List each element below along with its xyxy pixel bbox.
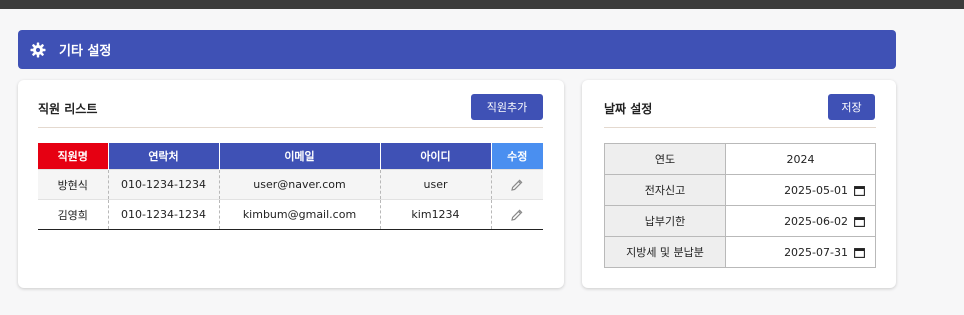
- local-tax-label: 지방세 및 분납분: [604, 236, 726, 268]
- table-row: 방현식 010-1234-1234 user@naver.com user: [38, 169, 543, 200]
- local-tax-date-cell: 2025-07-31: [725, 236, 876, 268]
- table-header-row: 직원명 연락처 이메일 아이디 수정: [38, 143, 543, 170]
- date-settings-title: 날짜 설정: [604, 102, 653, 116]
- edit-cell: [490, 169, 543, 200]
- staff-id: user: [379, 169, 491, 200]
- edit-cell: [490, 199, 543, 230]
- year-label: 연도: [604, 143, 726, 175]
- save-button[interactable]: 저장: [828, 94, 875, 120]
- payment-deadline-label: 납부기한: [604, 205, 726, 237]
- calendar-icon[interactable]: [854, 185, 865, 196]
- payment-deadline-date-cell: 2025-06-02: [725, 205, 876, 237]
- date-row: 연도 2024: [604, 143, 876, 175]
- column-header-phone: 연락처: [107, 143, 219, 170]
- date-row: 지방세 및 분납분 2025-07-31: [604, 236, 876, 268]
- staff-email: user@naver.com: [218, 169, 380, 200]
- year-input[interactable]: 2024: [725, 143, 876, 175]
- settings-header: 기타 설정: [18, 30, 896, 69]
- table-row: 김영희 010-1234-1234 kimbum@gmail.com kim12…: [38, 199, 543, 230]
- pencil-icon[interactable]: [510, 208, 524, 222]
- top-bar: [0, 0, 964, 9]
- staff-id: kim1234: [379, 199, 491, 230]
- date-settings-card: 날짜 설정 저장 연도 2024 전자신고 2025-05-01 납부기한 20…: [582, 80, 896, 288]
- date-row: 납부기한 2025-06-02: [604, 205, 876, 237]
- column-header-name: 직원명: [38, 143, 108, 170]
- date-row: 전자신고 2025-05-01: [604, 174, 876, 206]
- column-header-email: 이메일: [218, 143, 380, 170]
- e-filing-date-cell: 2025-05-01: [725, 174, 876, 206]
- staff-name: 김영희: [38, 199, 108, 230]
- staff-name: 방현식: [38, 169, 108, 200]
- date-settings-table: 연도 2024 전자신고 2025-05-01 납부기한 2025-06-02 …: [604, 143, 876, 268]
- divider: [38, 127, 543, 128]
- divider: [604, 127, 876, 128]
- page-title: 기타 설정: [59, 44, 112, 59]
- staff-table: 직원명 연락처 이메일 아이디 수정 방현식 010-1234-1234 use…: [38, 143, 543, 230]
- local-tax-date-input[interactable]: 2025-07-31: [784, 246, 848, 259]
- add-staff-button[interactable]: 직원추가: [471, 94, 543, 120]
- staff-list-title: 직원 리스트: [38, 102, 98, 116]
- calendar-icon[interactable]: [854, 247, 865, 258]
- pencil-icon[interactable]: [510, 178, 524, 192]
- staff-list-card: 직원 리스트 직원추가 직원명 연락처 이메일 아이디 수정 방현식 010-1…: [18, 80, 564, 288]
- column-header-edit: 수정: [490, 143, 543, 170]
- payment-deadline-date-input[interactable]: 2025-06-02: [784, 215, 848, 228]
- e-filing-label: 전자신고: [604, 174, 726, 206]
- calendar-icon[interactable]: [854, 216, 865, 227]
- staff-phone: 010-1234-1234: [107, 199, 219, 230]
- staff-email: kimbum@gmail.com: [218, 199, 380, 230]
- e-filing-date-input[interactable]: 2025-05-01: [784, 184, 848, 197]
- staff-phone: 010-1234-1234: [107, 169, 219, 200]
- gear-icon: [30, 42, 46, 58]
- column-header-id: 아이디: [379, 143, 491, 170]
